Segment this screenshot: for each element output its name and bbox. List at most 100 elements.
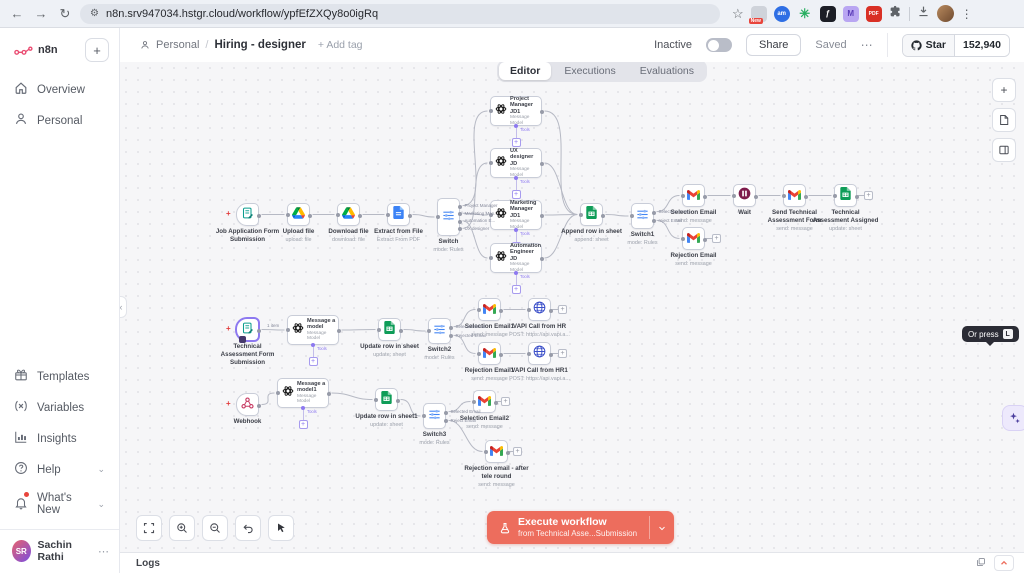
output-port[interactable] (703, 238, 707, 242)
output-port[interactable] (257, 404, 261, 408)
input-port[interactable] (386, 213, 390, 217)
chrome-menu-icon[interactable]: ⋮ (961, 7, 973, 21)
input-port[interactable] (833, 194, 837, 198)
output-port[interactable] (458, 220, 462, 224)
input-port[interactable] (484, 450, 488, 454)
site-settings-icon[interactable]: ⚙ (90, 8, 99, 19)
output-port[interactable] (408, 214, 412, 218)
node-message-a-model[interactable]: Message a modelMessage Model (287, 315, 339, 345)
input-port[interactable] (276, 391, 280, 395)
input-port[interactable] (477, 308, 481, 312)
node-vapi-call-from-hr1[interactable]: VAPI Call from HR1POST: https://api.vapi… (528, 342, 551, 365)
output-port[interactable] (257, 329, 261, 333)
output-port[interactable] (458, 212, 462, 216)
zoom-in-button[interactable] (169, 515, 195, 541)
add-tool-button[interactable]: + (299, 420, 308, 429)
output-port[interactable] (458, 227, 462, 231)
node-selection-email[interactable]: Selection Emailsend: message (682, 184, 705, 207)
input-port[interactable] (436, 215, 440, 219)
node-technical-assessment-assigned[interactable]: Technical Assessment Assignedupdate: she… (834, 184, 857, 207)
sidebar-item-variables[interactable]: Variables (0, 392, 119, 423)
input-port[interactable] (489, 161, 493, 165)
pointer-tool-button[interactable] (268, 515, 294, 541)
node-upload-file[interactable]: Upload fileupload: file (287, 203, 310, 226)
reload-icon[interactable]: ↻ (56, 5, 74, 23)
output-port[interactable] (444, 411, 448, 415)
input-port[interactable] (374, 398, 378, 402)
fit-view-button[interactable] (136, 515, 162, 541)
workflow-more-icon[interactable]: ⋯ (861, 38, 873, 52)
add-node-endpoint[interactable]: + (864, 191, 873, 200)
active-toggle[interactable] (706, 38, 732, 52)
output-port[interactable] (549, 353, 553, 357)
node-selection-email1[interactable]: Selection Email1send: message (478, 298, 501, 321)
output-port[interactable] (652, 219, 656, 223)
extension-mail-icon[interactable]: M (843, 6, 859, 22)
input-port[interactable] (472, 400, 476, 404)
node-project-manager-jd1[interactable]: Project Manager JD1Message Model (490, 96, 542, 126)
execute-options-chevron[interactable] (650, 511, 674, 544)
sidebar-item-templates[interactable]: Templates (0, 361, 119, 392)
output-port[interactable] (499, 309, 503, 313)
node-append-row-in-sheet[interactable]: Append row in sheetappend: sheet (580, 203, 603, 226)
input-port[interactable] (681, 237, 685, 241)
output-port[interactable] (855, 195, 859, 199)
node-switch1[interactable]: Switch1mode: Rules (631, 203, 654, 229)
logs-panel-header[interactable]: Logs (120, 552, 1024, 573)
output-port[interactable] (601, 214, 605, 218)
input-port[interactable] (489, 109, 493, 113)
output-port[interactable] (449, 334, 453, 338)
output-port[interactable] (327, 392, 331, 396)
input-port[interactable] (477, 352, 481, 356)
breadcrumb-project[interactable]: Personal (156, 39, 199, 51)
node-ux-designer-jd[interactable]: UX designer JDMessage Model (490, 148, 542, 178)
output-port[interactable] (549, 309, 553, 313)
extension-green-icon[interactable]: ✳ (797, 6, 813, 22)
tab-executions[interactable]: Executions (553, 62, 626, 80)
input-port[interactable] (732, 194, 736, 198)
node-switch3[interactable]: Switch3mode: Rules (423, 403, 446, 429)
node-wait[interactable]: Wait (733, 184, 756, 207)
input-port[interactable] (782, 194, 786, 198)
output-port[interactable] (754, 195, 758, 199)
download-icon[interactable] (917, 5, 930, 23)
browser-profile-avatar[interactable] (937, 5, 954, 22)
node-technical-assessment-form-submission[interactable]: Technical Assessment Form Submission (236, 318, 259, 341)
output-port[interactable] (444, 419, 448, 423)
node-automation-engineer-jd[interactable]: Automation Engineer JDMessage Model (490, 243, 542, 273)
node-webhook[interactable]: Webhook (236, 393, 259, 416)
input-port[interactable] (422, 414, 426, 418)
bookmark-star-icon[interactable]: ☆ (732, 6, 744, 22)
node-rejection-email[interactable]: Rejection Emailsend: message (682, 227, 705, 250)
node-send-technical-assessment-form[interactable]: Send Technical Assessment Formsend: mess… (783, 184, 806, 207)
output-port[interactable] (396, 399, 400, 403)
extension-pdf-icon[interactable]: PDF (866, 6, 882, 22)
output-port[interactable] (399, 329, 403, 333)
node-switch2[interactable]: Switch2mode: Rules (428, 318, 451, 344)
output-port[interactable] (337, 329, 341, 333)
output-port[interactable] (506, 451, 510, 455)
output-port[interactable] (358, 214, 362, 218)
github-star-widget[interactable]: Star 152,940 (902, 34, 1010, 57)
sidebar-item-personal[interactable]: Personal (0, 105, 119, 136)
undo-button[interactable] (235, 515, 261, 541)
add-node-endpoint[interactable]: + (712, 234, 721, 243)
workflow-title[interactable]: Hiring - designer (214, 39, 305, 51)
add-tool-button[interactable]: + (512, 285, 521, 294)
node-switch[interactable]: Switchmode: Rules (437, 198, 460, 236)
extension-am-icon[interactable]: am (774, 6, 790, 22)
output-port[interactable] (458, 205, 462, 209)
node-rejection-email1[interactable]: Rejection Email1send: message (478, 342, 501, 365)
address-bar[interactable]: ⚙ n8n.srv947034.hstgr.cloud/workflow/ypf… (80, 4, 720, 24)
zoom-out-button[interactable] (202, 515, 228, 541)
sidebar-item-insights[interactable]: Insights (0, 423, 119, 454)
node-extract-from-file[interactable]: Extract from FileExtract From PDF (387, 203, 410, 226)
input-port[interactable] (681, 194, 685, 198)
add-tool-button[interactable]: + (512, 138, 521, 147)
add-node-button[interactable]: + (992, 78, 1016, 102)
add-node-endpoint[interactable]: + (558, 305, 567, 314)
workflow-canvas[interactable]: EditorExecutionsEvaluations Job Applicat… (120, 62, 1024, 552)
input-port[interactable] (579, 213, 583, 217)
output-port[interactable] (540, 214, 544, 218)
output-port[interactable] (494, 401, 498, 405)
